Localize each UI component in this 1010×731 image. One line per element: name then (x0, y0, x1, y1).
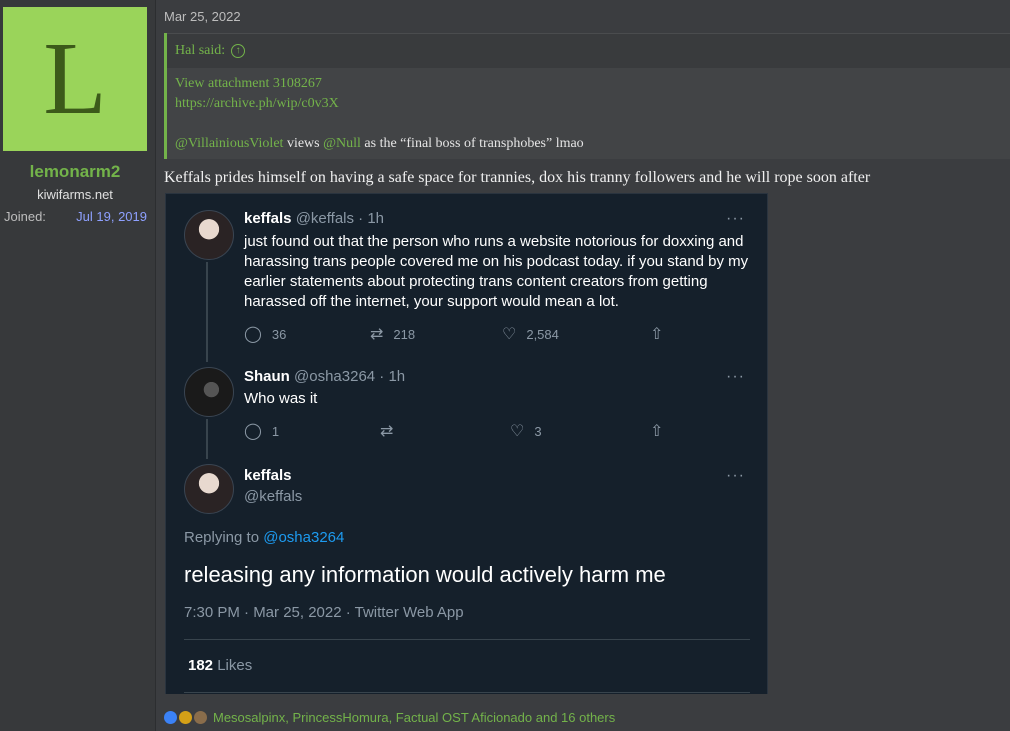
joined-label: Joined: (4, 209, 46, 224)
quote-header[interactable]: Hal said: ↑ (167, 33, 1010, 68)
tweet-text: just found out that the person who runs … (244, 233, 749, 310)
tweet-text: Who was it (244, 390, 318, 407)
user-sidebar: L lemonarm2 kiwifarms.net Joined: Jul 19… (0, 0, 156, 731)
quote-author[interactable]: Hal said: (175, 43, 225, 59)
tweet-timestamp[interactable]: 7:30 PM · Mar 25, 2022 · Twitter Web App (184, 604, 464, 621)
avatar[interactable]: L (3, 7, 147, 151)
reply-icon: ◯ (244, 423, 262, 440)
retweet-icon: ⇄ (380, 423, 394, 440)
quote-spacer (175, 114, 1005, 134)
mention-villainiousviolet[interactable]: @VillainiousViolet (175, 136, 283, 151)
go-to-quote-icon[interactable]: ↑ (231, 44, 246, 58)
reply-button[interactable]: ◯ 1 (244, 421, 279, 441)
post-body: Keffals prides himself on having a safe … (164, 169, 871, 186)
more-icon[interactable]: ··· (726, 467, 745, 485)
divider (184, 692, 750, 693)
share-button[interactable]: ⇧ (650, 324, 663, 344)
share-icon: ⇧ (650, 326, 664, 343)
quote-text-mid: views (283, 136, 324, 151)
quote-body: View attachment 3108267 https://archive.… (167, 68, 1010, 160)
quote-text: @VillainiousViolet views @Null as the “f… (175, 134, 1005, 154)
tweet-actions: ◯ 36 ⇄ 218 ♡ 2,584 ⇧ (244, 324, 674, 344)
reply-count: 1 (271, 423, 280, 439)
tweet-handle: @keffals · 1h (295, 210, 385, 227)
tweet-author[interactable]: Shaun @osha3264 · 1h (244, 368, 405, 385)
reply-button[interactable]: ◯ 36 (244, 324, 286, 344)
tweet-author[interactable]: keffals @keffals · 1h (244, 210, 384, 227)
mention-null[interactable]: @Null (323, 136, 361, 151)
tweet-avatar[interactable] (184, 367, 234, 417)
quote-text-end: as the “final boss of transphobes” lmao (360, 136, 584, 151)
username[interactable]: lemonarm2 (0, 162, 150, 182)
replying-label: Replying to (184, 529, 264, 546)
tweet-handle: @osha3264 · 1h (294, 368, 406, 385)
medal-reaction-icon (179, 711, 192, 724)
tweet-author-name[interactable]: keffals (244, 467, 292, 484)
thread-line (206, 419, 208, 459)
reply-icon: ◯ (244, 326, 262, 343)
mushroom-reaction-icon (194, 711, 207, 724)
attachment-link[interactable]: View attachment 3108267 (175, 74, 1005, 94)
like-button[interactable]: ♡ 2,584 (502, 324, 559, 344)
tweet-avatar[interactable] (184, 464, 234, 514)
retweet-icon: ⇄ (370, 326, 384, 343)
like-count: 2,584 (526, 326, 559, 342)
more-icon[interactable]: ··· (726, 368, 745, 386)
like-button[interactable]: ♡ 3 (510, 421, 542, 441)
like-icon: ♡ (510, 423, 525, 440)
retweet-button[interactable]: ⇄ (380, 421, 393, 441)
joined-date: Jul 19, 2019 (76, 209, 147, 224)
tweet-actions: ◯ 1 ⇄ ♡ 3 ⇧ (244, 421, 674, 441)
post-date[interactable]: Mar 25, 2022 (164, 9, 241, 24)
tweet-author-name: Shaun (244, 368, 290, 385)
share-icon: ⇧ (650, 423, 664, 440)
like-icon: ♡ (502, 326, 517, 343)
share-button[interactable]: ⇧ (650, 421, 663, 441)
likes-count: 182 (188, 657, 214, 674)
replying-to: Replying to @osha3264 (184, 529, 344, 546)
archive-link[interactable]: https://archive.ph/wip/c0v3X (175, 94, 1005, 114)
embedded-tweet[interactable]: keffals @keffals · 1h ··· just found out… (165, 193, 768, 694)
more-icon[interactable]: ··· (726, 210, 745, 228)
tweet-avatar[interactable] (184, 210, 234, 260)
main-tweet-text: releasing any information would actively… (184, 562, 666, 587)
likes-label: Likes (213, 657, 253, 674)
user-title: kiwifarms.net (37, 187, 113, 202)
reply-count: 36 (271, 326, 287, 342)
like-reaction-icon (164, 711, 177, 724)
like-count: 3 (534, 423, 542, 439)
reactions-text[interactable]: Mesosalpinx, PrincessHomura, Factual OST… (213, 710, 615, 725)
retweet-count: 218 (393, 326, 416, 342)
likes-summary[interactable]: 182 Likes (188, 657, 252, 674)
thread-line (206, 262, 208, 362)
post-main: Mar 25, 2022 Hal said: ↑ View attachment… (155, 0, 1010, 731)
divider (184, 639, 750, 640)
tweet-author-name: keffals (244, 210, 292, 227)
reactions-bar[interactable]: Mesosalpinx, PrincessHomura, Factual OST… (164, 710, 615, 725)
retweet-button[interactable]: ⇄ 218 (370, 324, 415, 344)
replying-to-handle[interactable]: @osha3264 (263, 529, 344, 546)
quote-block: Hal said: ↑ View attachment 3108267 http… (164, 33, 1010, 159)
tweet-handle[interactable]: @keffals (244, 488, 302, 505)
